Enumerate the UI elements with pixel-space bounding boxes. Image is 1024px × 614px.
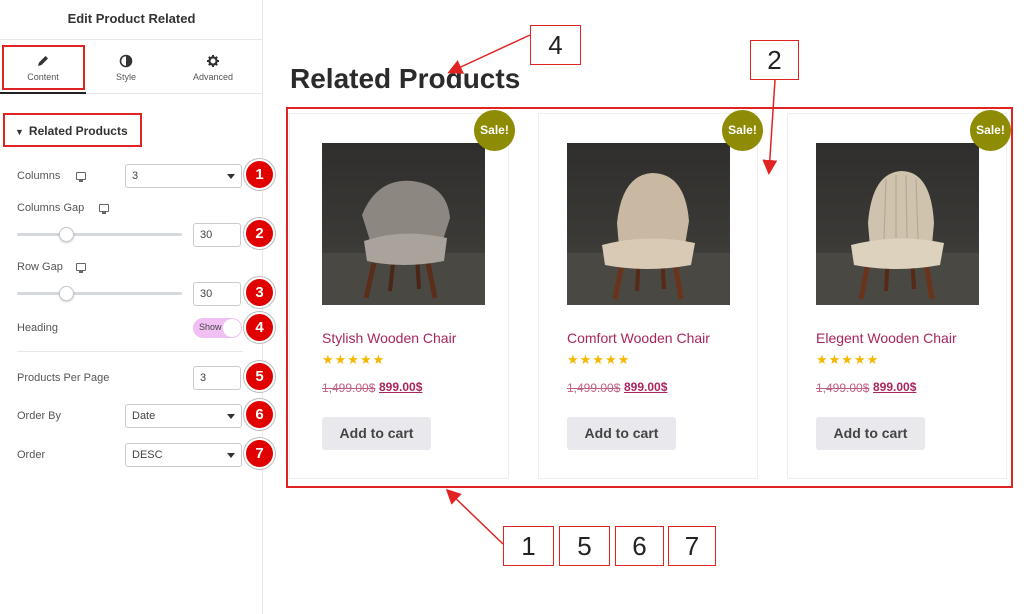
divider xyxy=(17,351,243,352)
product-card: Elegent Wooden Chair ★★★★★ 1,499.00$ 899… xyxy=(787,113,1007,479)
callout-columns: 1 xyxy=(503,526,554,566)
sale-price: 899.00$ xyxy=(873,380,917,394)
row-gap-slider-handle[interactable] xyxy=(59,286,74,301)
order-by-select[interactable]: Date xyxy=(125,404,242,428)
heading-label: Heading xyxy=(17,322,58,334)
order-by-value: Date xyxy=(132,410,156,422)
row-gap-slider[interactable] xyxy=(17,292,182,295)
desktop-icon xyxy=(76,263,86,273)
product-image[interactable] xyxy=(816,143,979,305)
callout-products-per-page: 5 xyxy=(559,526,610,566)
badge-2: 2 xyxy=(244,218,275,249)
add-to-cart-button[interactable]: Add to cart xyxy=(322,417,431,450)
chevron-down-icon xyxy=(227,453,235,458)
related-products-heading: Related Products xyxy=(290,63,521,94)
sale-badge: Sale! xyxy=(474,110,515,151)
chair-image xyxy=(816,171,979,305)
star-rating: ★★★★★ xyxy=(567,352,631,367)
chair-image xyxy=(567,173,730,305)
order-select[interactable]: DESC xyxy=(125,443,242,467)
callout-heading: 4 xyxy=(530,25,581,65)
order-label: Order xyxy=(17,449,46,461)
screen: Edit Product Related Content Style Advan… xyxy=(0,0,1024,614)
order-by-label: Order By xyxy=(17,410,62,422)
chair-image xyxy=(322,180,485,305)
star-rating: ★★★★★ xyxy=(816,352,880,367)
row-gap-label: Row Gap xyxy=(17,261,63,273)
tab-advanced[interactable]: Advanced xyxy=(170,41,256,94)
sale-price: 899.00$ xyxy=(379,380,423,394)
gear-icon xyxy=(207,55,219,67)
sale-price: 899.00$ xyxy=(624,380,668,394)
old-price: 1,499.00$ xyxy=(567,381,621,395)
product-title[interactable]: Elegent Wooden Chair xyxy=(816,330,957,346)
sidebar-title: Edit Product Related xyxy=(0,0,263,40)
badge-5: 5 xyxy=(244,361,275,392)
products-per-page-input[interactable]: 3 xyxy=(193,366,241,390)
product-card: Comfort Wooden Chair ★★★★★ 1,499.00$ 899… xyxy=(538,113,758,479)
tab-style[interactable]: Style xyxy=(83,41,169,94)
heading-toggle-text: Show xyxy=(199,322,222,332)
callout-grid: 2 xyxy=(750,40,799,80)
product-title[interactable]: Comfort Wooden Chair xyxy=(567,330,710,346)
tab-style-label: Style xyxy=(115,72,136,82)
callout-order: 7 xyxy=(668,526,716,566)
product-image[interactable] xyxy=(567,143,730,305)
sale-badge: Sale! xyxy=(722,110,763,151)
order-value: DESC xyxy=(132,449,163,461)
star-rating: ★★★★★ xyxy=(322,352,386,367)
old-price: 1,499.00$ xyxy=(816,381,870,395)
product-card: Stylish Wooden Chair ★★★★★ 1,499.00$ 899… xyxy=(289,113,509,479)
columns-value: 3 xyxy=(132,170,139,182)
desktop-icon xyxy=(76,172,86,182)
product-image[interactable] xyxy=(322,143,485,305)
badge-3: 3 xyxy=(244,277,275,308)
desktop-icon xyxy=(99,204,109,214)
badge-4: 4 xyxy=(244,312,275,343)
add-to-cart-button[interactable]: Add to cart xyxy=(567,417,676,450)
content-tab-highlight xyxy=(2,45,85,90)
chevron-down-icon xyxy=(227,414,235,419)
badge-1: 1 xyxy=(244,159,275,190)
badge-6: 6 xyxy=(244,399,275,430)
badge-7: 7 xyxy=(244,438,275,469)
heading-toggle[interactable]: Show xyxy=(193,318,242,338)
columns-label: Columns xyxy=(17,170,61,182)
section-highlight xyxy=(3,113,142,147)
columns-select[interactable]: 3 xyxy=(125,164,242,188)
toggle-knob xyxy=(223,319,241,337)
chevron-down-icon xyxy=(227,174,235,179)
editor-sidebar: Edit Product Related Content Style Advan… xyxy=(0,0,275,614)
columns-gap-input[interactable]: 30 xyxy=(193,223,241,247)
columns-gap-slider-handle[interactable] xyxy=(59,227,74,242)
row-gap-input[interactable]: 30 xyxy=(193,282,241,306)
products-per-page-label: Products Per Page xyxy=(17,372,110,384)
callout-order-by: 6 xyxy=(615,526,664,566)
columns-gap-slider[interactable] xyxy=(17,233,182,236)
contrast-icon xyxy=(119,54,133,68)
add-to-cart-button[interactable]: Add to cart xyxy=(816,417,925,450)
product-title[interactable]: Stylish Wooden Chair xyxy=(322,330,456,346)
columns-gap-label: Columns Gap xyxy=(17,202,85,214)
old-price: 1,499.00$ xyxy=(322,381,376,395)
tab-advanced-label: Advanced xyxy=(192,72,234,82)
sale-badge: Sale! xyxy=(970,110,1011,151)
